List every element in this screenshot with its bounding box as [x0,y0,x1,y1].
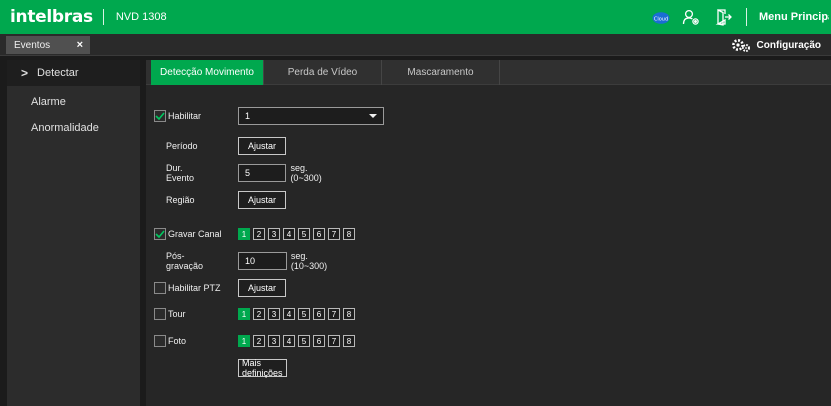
tab-mascaramento[interactable]: Mascaramento [382,60,500,85]
periodo-label: Período [166,141,198,151]
gears-icon [731,39,750,52]
foto-channel-3[interactable]: 3 [268,335,280,347]
tour-channel-3[interactable]: 3 [268,308,280,320]
sidebar-item-alarme[interactable]: Alarme [7,89,140,115]
foto-channel-4[interactable]: 4 [283,335,295,347]
tab-perda-de-video[interactable]: Perda de Vídeo [264,60,382,85]
tour-channels: 1 2 3 4 5 6 7 8 [238,308,355,320]
dur-evento-range: seg.(0~300) [290,163,322,183]
check-icon [155,112,165,120]
content-panel: Detecção Movimento Perda de Vídeo Mascar… [146,60,831,406]
regiao-label: Região [166,195,195,205]
pos-gravacao-range: seg.(10~300) [290,251,328,271]
close-icon[interactable]: × [77,39,83,51]
tab-deteccao-movimento[interactable]: Detecção Movimento [151,60,264,85]
pos-gravacao-label: Pós-gravação [166,251,204,271]
periodo-ajustar-button[interactable]: Ajustar [238,137,287,155]
sidebar-item-label: Detectar [37,67,79,79]
tour-channel-4[interactable]: 4 [283,308,295,320]
gravar-canal-checkbox[interactable] [154,228,166,240]
gravar-channel-6[interactable]: 6 [313,228,325,240]
habilitar-row: Habilitar 1 [154,106,384,126]
tour-channel-2[interactable]: 2 [253,308,265,320]
gravar-channel-7[interactable]: 7 [328,228,340,240]
gravar-channel-2[interactable]: 2 [253,228,265,240]
tab-bar: Eventos × Configuração [0,34,831,56]
ptz-ajustar-button[interactable]: Ajustar [238,279,287,297]
gravar-canal-row: Gravar Canal 1 2 3 4 5 6 7 8 [154,224,355,244]
logout-icon[interactable] [714,8,732,26]
foto-channel-1[interactable]: 1 [238,335,250,347]
tour-label: Tour [168,309,186,319]
regiao-ajustar-button[interactable]: Ajustar [238,191,287,209]
habilitar-ptz-label: Habilitar PTZ [168,283,221,293]
mais-definicoes-button[interactable]: Mais definições [238,358,287,378]
sidebar-item-detectar[interactable]: > Detectar [7,60,140,86]
tab-eventos[interactable]: Eventos × [6,36,90,54]
chevron-down-icon [369,114,377,118]
sidebar-item-anormalidade[interactable]: Anormalidade [7,115,140,141]
habilitar-ptz-row: Habilitar PTZ Ajustar [154,278,287,298]
cloud-badge-text: Cloud [654,16,668,22]
tour-channel-5[interactable]: 5 [298,308,310,320]
device-model: NVD 1308 [115,11,167,23]
tour-row: Tour 1 2 3 4 5 6 7 8 [154,304,355,324]
foto-channels: 1 2 3 4 5 6 7 8 [238,335,355,347]
intelbras-logo: intelbras [10,7,93,27]
foto-row: Foto 1 2 3 4 5 6 7 8 [154,331,355,351]
tour-channel-7[interactable]: 7 [328,308,340,320]
habilitar-checkbox[interactable] [154,110,166,122]
gravar-channel-4[interactable]: 4 [283,228,295,240]
foto-channel-2[interactable]: 2 [253,335,265,347]
config-label: Configuração [756,39,821,51]
dur-evento-label: Dur. Evento [166,163,195,183]
sidebar-item-label: Anormalidade [31,122,99,134]
sidebar: > Detectar Alarme Anormalidade [7,60,140,406]
top-bar: intelbras NVD 1308 Cloud Menu Principal [0,0,831,34]
gravar-canal-label: Gravar Canal [168,229,222,239]
foto-channel-7[interactable]: 7 [328,335,340,347]
subtab-bar: Detecção Movimento Perda de Vídeo Mascar… [146,60,831,85]
cloud-icon[interactable]: Cloud [652,11,670,24]
top-divider [746,8,747,26]
habilitar-label: Habilitar [168,111,202,121]
tour-channel-8[interactable]: 8 [343,308,355,320]
tour-channel-6[interactable]: 6 [313,308,325,320]
chevron-right-icon: > [21,66,29,80]
gravar-canal-channels: 1 2 3 4 5 6 7 8 [238,228,355,240]
tour-checkbox[interactable] [154,308,166,320]
foto-checkbox[interactable] [154,335,166,347]
gravar-channel-8[interactable]: 8 [343,228,355,240]
gravar-channel-5[interactable]: 5 [298,228,310,240]
sidebar-item-label: Alarme [31,96,66,108]
channel-select-value: 1 [245,111,251,121]
config-link[interactable]: Configuração [731,34,821,56]
tab-eventos-label: Eventos [14,39,51,51]
main-menu-link[interactable]: Menu Principal [759,11,829,23]
foto-channel-8[interactable]: 8 [343,335,355,347]
habilitar-ptz-checkbox[interactable] [154,282,166,294]
tour-channel-1[interactable]: 1 [238,308,250,320]
gravar-channel-1[interactable]: 1 [238,228,250,240]
dur-evento-input[interactable]: 5 [238,164,287,182]
logo-divider [102,9,104,25]
foto-label: Foto [168,336,187,346]
foto-channel-5[interactable]: 5 [298,335,310,347]
user-settings-icon[interactable] [682,8,700,26]
foto-channel-6[interactable]: 6 [313,335,325,347]
gravar-channel-3[interactable]: 3 [268,228,280,240]
pos-gravacao-input[interactable]: 10 [238,252,287,270]
channel-select[interactable]: 1 [238,107,384,125]
check-icon [155,230,165,238]
